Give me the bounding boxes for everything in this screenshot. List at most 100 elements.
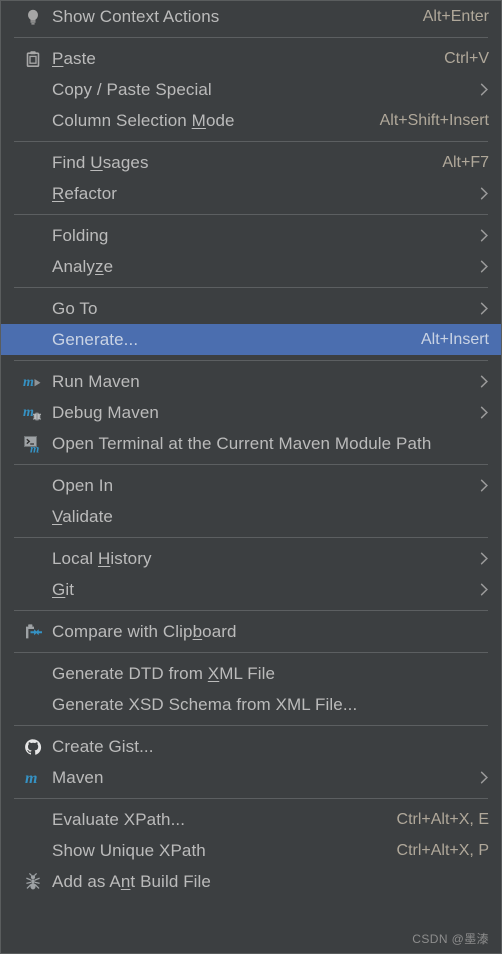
menu-item-compare-with-clipboard[interactable]: Compare with Clipboard [1,616,501,647]
svg-text:m: m [23,405,34,420]
label-mnemonic: U [90,153,103,172]
menu-sections: Show Context Actions Alt+Enter Paste Ctrl+V… [1,1,501,897]
menu-item-debug-maven[interactable]: m Debug Maven [1,397,501,428]
menu-item-open-in[interactable]: Open In [1,470,501,501]
menu-item-validate[interactable]: Validate [1,501,501,532]
chevron-right-icon [479,479,489,492]
chevron-right-icon [479,375,489,388]
menu-section: Go To Generate... Alt+Insert [1,293,501,355]
menu-item-generate[interactable]: Generate... Alt+Insert [1,324,501,355]
menu-item-label: Refactor [52,178,461,209]
lightbulb-icon [14,1,52,32]
label-prefix: Local [52,549,98,568]
icon-placeholder [14,835,52,866]
label-suffix: ode [205,111,235,130]
label-mnemonic: n [120,872,131,891]
label-prefix: Generate XSD Schema from XML File... [52,695,358,714]
label-prefix: Find [52,153,91,172]
menu-item-label: Maven [52,762,461,793]
menu-item-refactor[interactable]: Refactor [1,178,501,209]
label-suffix: alidate [62,507,113,526]
label-prefix: Add as A [52,872,121,891]
menu-item-copy-paste-special[interactable]: Copy / Paste Special [1,74,501,105]
menu-item-label: Generate... [52,324,403,355]
icon-placeholder [14,804,52,835]
compare-clipboard-icon [14,616,52,647]
menu-item-paste[interactable]: Paste Ctrl+V [1,43,501,74]
menu-item-label: Local History [52,543,461,574]
maven-debug-icon: m [14,397,52,428]
menu-section: Show Context Actions Alt+Enter [1,1,501,32]
menu-item-run-maven[interactable]: m Run Maven [1,366,501,397]
chevron-right-icon [479,187,489,200]
menu-item-label: Compare with Clipboard [52,616,489,647]
menu-item-shortcut: Ctrl+Alt+X, P [396,841,489,859]
menu-item-create-gist[interactable]: Create Gist... [1,731,501,762]
menu-item-column-selection-mode[interactable]: Column Selection Mode Alt+Shift+Insert [1,105,501,136]
menu-item-label: Show Unique XPath [52,835,379,866]
icon-placeholder [14,470,52,501]
svg-text:m: m [23,375,34,390]
label-prefix: Open In [52,476,114,495]
menu-section: Open In Validate [1,470,501,532]
menu-separator [14,798,488,799]
label-mnemonic: P [52,49,64,68]
menu-item-label: Show Context Actions [52,1,405,32]
label-prefix: Compare with Clip [52,622,193,641]
chevron-right-icon [479,406,489,419]
menu-item-show-unique-xpath[interactable]: Show Unique XPath Ctrl+Alt+X, P [1,835,501,866]
label-mnemonic: X [207,664,220,683]
menu-item-local-history[interactable]: Local History [1,543,501,574]
label-prefix: Copy / Paste Special [52,80,212,99]
label-suffix: istory [110,549,152,568]
label-suffix: it [65,580,75,599]
maven-terminal-icon: m [14,428,52,459]
menu-separator [14,610,488,611]
menu-separator [14,141,488,142]
menu-item-generate-dtd-from-xml-file[interactable]: Generate DTD from XML File [1,658,501,689]
label-prefix: Analy [52,257,96,276]
menu-item-label: Validate [52,501,489,532]
menu-item-folding[interactable]: Folding [1,220,501,251]
menu-section: Compare with Clipboard [1,616,501,647]
maven-run-icon: m [14,366,52,397]
menu-item-find-usages[interactable]: Find Usages Alt+F7 [1,147,501,178]
menu-item-add-as-ant-build-file[interactable]: Add as Ant Build File [1,866,501,897]
chevron-right-icon [479,260,489,273]
menu-item-label: Debug Maven [52,397,461,428]
menu-item-label: Folding [52,220,461,251]
menu-item-evaluate-xpath[interactable]: Evaluate XPath... Ctrl+Alt+X, E [1,804,501,835]
menu-item-go-to[interactable]: Go To [1,293,501,324]
label-mnemonic: M [191,111,206,130]
menu-item-shortcut: Alt+F7 [442,153,489,171]
menu-item-label: Create Gist... [52,731,489,762]
icon-placeholder [14,543,52,574]
menu-item-maven[interactable]: m Maven [1,762,501,793]
menu-item-label: Run Maven [52,366,461,397]
icon-placeholder [14,574,52,605]
menu-separator [14,652,488,653]
chevron-right-icon [479,583,489,596]
label-prefix: Run Maven [52,372,140,391]
chevron-right-icon [479,83,489,96]
menu-item-label: Find Usages [52,147,424,178]
menu-item-analyze[interactable]: Analyze [1,251,501,282]
chevron-right-icon [479,771,489,784]
svg-text:m: m [25,770,37,787]
menu-item-open-terminal-at-the-current-maven-module-path[interactable]: m Open Terminal at the Current Maven Modu… [1,428,501,459]
menu-separator [14,725,488,726]
menu-item-generate-xsd-schema-from-xml-file[interactable]: Generate XSD Schema from XML File... [1,689,501,720]
icon-placeholder [14,147,52,178]
menu-item-show-context-actions[interactable]: Show Context Actions Alt+Enter [1,1,501,32]
menu-separator [14,287,488,288]
menu-item-git[interactable]: Git [1,574,501,605]
menu-section: Local History Git [1,543,501,605]
menu-item-label: Copy / Paste Special [52,74,461,105]
label-mnemonic: R [52,184,65,203]
menu-item-label: Evaluate XPath... [52,804,379,835]
menu-section: Folding Analyze [1,220,501,282]
label-prefix: Open Terminal at the Current Maven Modul… [52,434,432,453]
label-suffix: oard [202,622,237,641]
menu-section: Find Usages Alt+F7 Refactor [1,147,501,209]
icon-placeholder [14,220,52,251]
